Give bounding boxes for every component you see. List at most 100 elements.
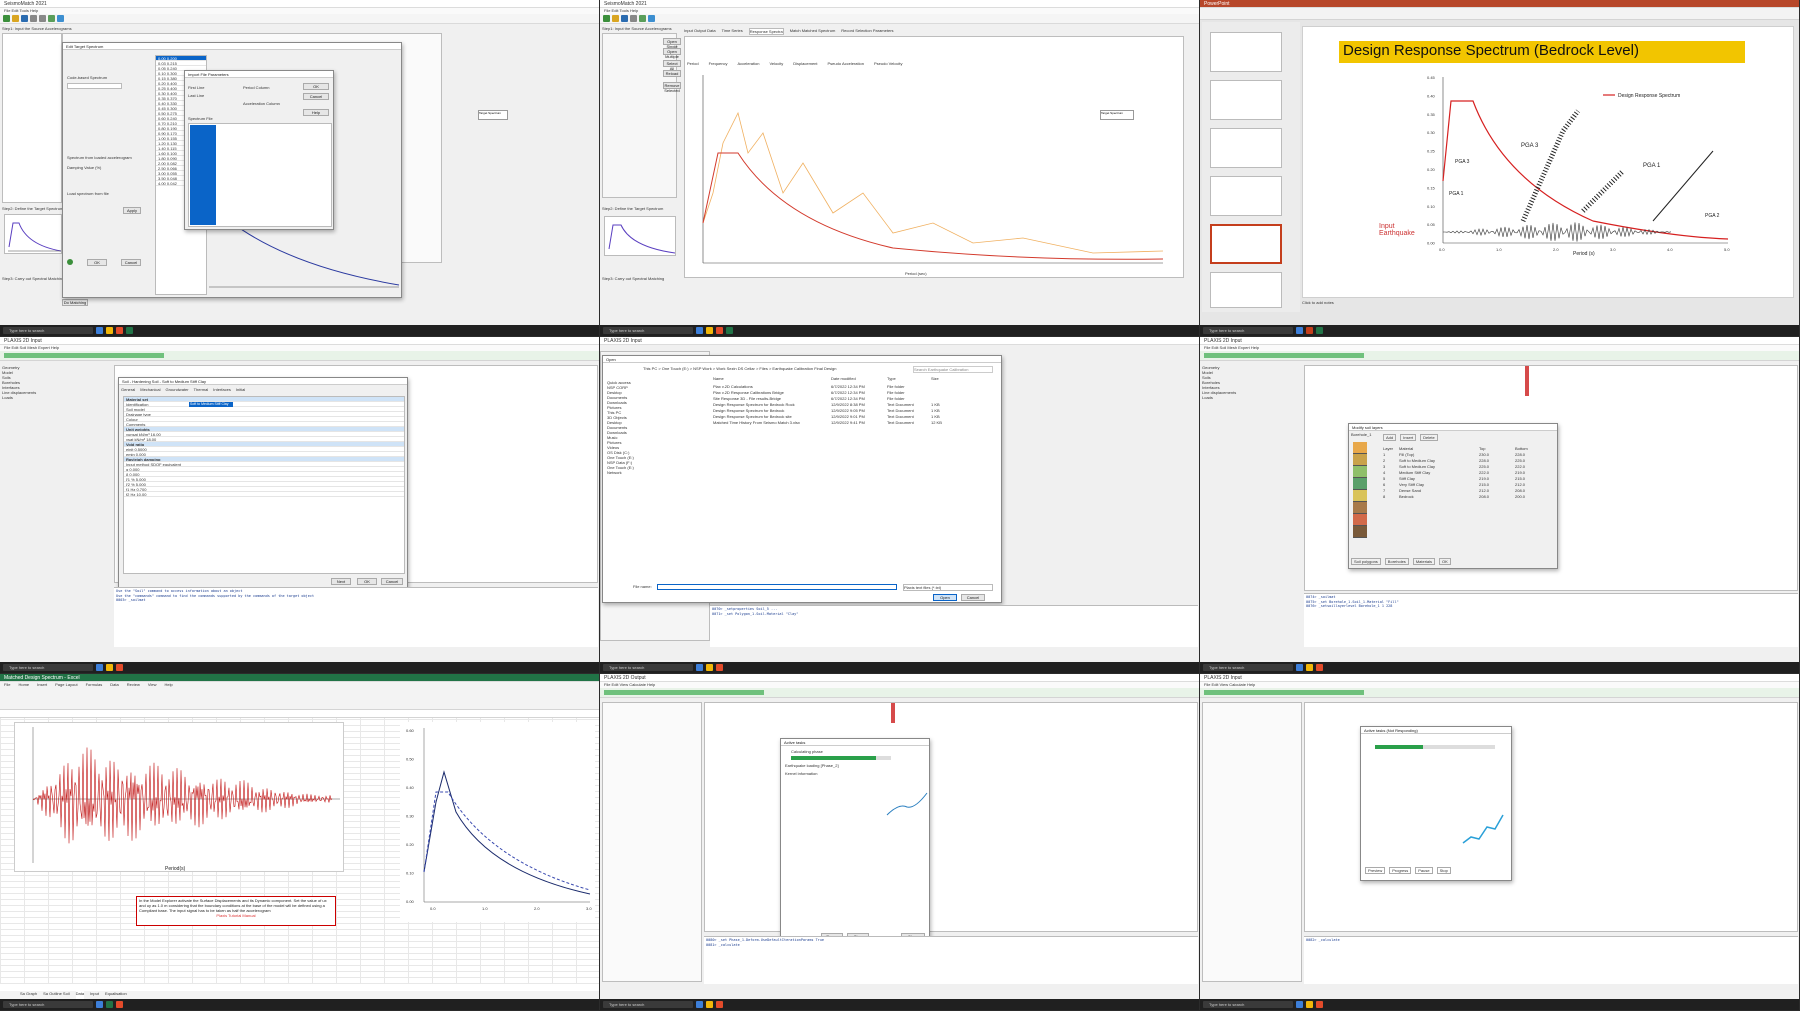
taskbar-app-icon[interactable] bbox=[1296, 1001, 1303, 1008]
import-help-button[interactable]: Help bbox=[303, 109, 329, 116]
tab-thermal[interactable]: Thermal bbox=[194, 387, 209, 392]
radio-velocity[interactable]: Velocity bbox=[769, 61, 783, 66]
sheet-tab[interactable]: Data bbox=[75, 991, 85, 999]
paste-icon[interactable] bbox=[39, 15, 46, 22]
taskbar-app-icon[interactable] bbox=[116, 664, 123, 671]
ok-button[interactable]: OK bbox=[357, 578, 377, 585]
taskbar-app-icon[interactable] bbox=[1296, 327, 1303, 334]
command-line[interactable]: 0080> _set Phase_1.Deform.UseDefaultIter… bbox=[704, 936, 1198, 984]
property-row[interactable]: f2 Hz 10.00 bbox=[124, 492, 404, 497]
taskbar-app-icon[interactable] bbox=[116, 327, 123, 334]
open-multiple-button[interactable]: Open Multiple bbox=[663, 48, 681, 59]
tree-item[interactable]: Loads bbox=[2, 395, 112, 400]
taskbar-app-icon[interactable] bbox=[696, 327, 703, 334]
next-button[interactable]: Next bbox=[331, 578, 351, 585]
boreholes-button[interactable]: Boreholes bbox=[1384, 558, 1409, 565]
slide-thumb-selected[interactable] bbox=[1210, 224, 1282, 264]
run-icon[interactable] bbox=[639, 15, 646, 22]
save-icon[interactable] bbox=[21, 15, 28, 22]
run-icon[interactable] bbox=[48, 15, 55, 22]
mode-tab-strip[interactable] bbox=[604, 690, 764, 695]
search-input[interactable]: Search Earthquake Calibration bbox=[913, 366, 993, 373]
slide-thumb[interactable] bbox=[1210, 32, 1282, 72]
mode-tab-strip[interactable] bbox=[1204, 353, 1364, 358]
soil-polygons-button[interactable]: Soil polygons bbox=[1351, 558, 1381, 565]
taskbar-app-icon[interactable] bbox=[726, 327, 733, 334]
mode-tab-strip[interactable] bbox=[4, 353, 164, 358]
taskbar-search[interactable]: Type here to search bbox=[603, 327, 693, 334]
taskbar-app-icon[interactable] bbox=[706, 664, 713, 671]
file-list[interactable]: Plax v.2D Calculations 6/7/2022 12:34 PM F… bbox=[713, 384, 1001, 426]
add-button[interactable]: Add bbox=[1383, 434, 1397, 441]
taskbar-app-icon[interactable] bbox=[1306, 664, 1313, 671]
mode-tabs[interactable] bbox=[0, 351, 599, 361]
radio-pseudo-velocity[interactable]: Pseudo Velocity bbox=[874, 61, 902, 66]
model-explorer[interactable]: Geometry Model Soils Boreholes Interfaces Lin… bbox=[2, 365, 112, 400]
radio-acceleration[interactable]: Acceleration bbox=[737, 61, 759, 66]
tab-general[interactable]: General bbox=[121, 387, 135, 392]
code-select[interactable] bbox=[67, 83, 122, 89]
sheet-tab[interactable]: Sa Graph bbox=[20, 991, 37, 999]
filetype-select[interactable]: Plaxis text files (*.txt) bbox=[903, 584, 993, 591]
command-line[interactable]: Use the "Soil" command to access informa… bbox=[114, 587, 598, 647]
tab-groundwater[interactable]: Groundwater bbox=[165, 387, 188, 392]
taskbar-app-icon[interactable] bbox=[696, 1001, 703, 1008]
taskbar-app-icon[interactable] bbox=[96, 1001, 103, 1008]
col-date[interactable]: Date modified bbox=[831, 376, 887, 381]
tab-record-selection[interactable]: Record Selection Parameters bbox=[841, 28, 893, 35]
open-icon[interactable] bbox=[612, 15, 619, 22]
model-explorer[interactable]: Geometry Model Soils Boreholes Interfaces Lin… bbox=[1202, 365, 1302, 400]
import-cancel-button[interactable]: Cancel bbox=[303, 93, 329, 100]
ribbon[interactable] bbox=[1200, 8, 1799, 20]
reload-button[interactable]: Reload bbox=[663, 70, 681, 77]
taskbar-app-icon[interactable] bbox=[1306, 1001, 1313, 1008]
delete-button[interactable]: Delete bbox=[1420, 434, 1438, 441]
taskbar-app-icon[interactable] bbox=[1316, 1001, 1323, 1008]
spectrum-file-text[interactable] bbox=[188, 123, 332, 227]
tab-initial[interactable]: Initial bbox=[236, 387, 245, 392]
file-option[interactable]: Load spectrum from file bbox=[67, 191, 109, 196]
pause-button[interactable]: Pause bbox=[1415, 867, 1433, 874]
layer-row[interactable]: 8 Bedrock 208.0 200.0 bbox=[1383, 494, 1553, 500]
mode-tabs[interactable] bbox=[1200, 688, 1799, 698]
col-type[interactable]: Type bbox=[887, 376, 931, 381]
sheet-tab[interactable]: Equalisation bbox=[105, 991, 127, 999]
apply-button[interactable]: Apply bbox=[123, 207, 141, 214]
taskbar-app-icon[interactable] bbox=[106, 664, 113, 671]
slide-thumb[interactable] bbox=[1210, 128, 1282, 168]
taskbar-search[interactable]: Type here to search bbox=[1203, 1001, 1293, 1008]
excel-ribbon[interactable] bbox=[0, 688, 599, 710]
help-icon[interactable] bbox=[67, 259, 73, 265]
sheet-tab[interactable]: Input bbox=[90, 991, 99, 999]
tab-input-output[interactable]: Input Output Data bbox=[684, 28, 716, 35]
radio-frequency[interactable]: Frequency bbox=[709, 61, 728, 66]
new-icon[interactable] bbox=[603, 15, 610, 22]
taskbar-app-icon[interactable] bbox=[1316, 664, 1323, 671]
file-row[interactable]: Matched Time History From Seismo Match 3… bbox=[713, 420, 1001, 426]
drawing-area[interactable] bbox=[704, 702, 1198, 932]
taskbar-app-icon[interactable] bbox=[96, 664, 103, 671]
identification-value[interactable]: Soft to Medium Stiff Clay bbox=[189, 402, 233, 407]
remove-selected-button[interactable]: Remove Selected bbox=[663, 82, 681, 93]
insert-button[interactable]: Insert bbox=[1400, 434, 1417, 441]
tab-response-spectra[interactable]: Response Spectra bbox=[748, 28, 784, 35]
taskbar-search[interactable]: Type here to search bbox=[3, 327, 93, 334]
phases-explorer[interactable] bbox=[602, 702, 702, 982]
taskbar-app-icon[interactable] bbox=[706, 1001, 713, 1008]
copy-icon[interactable] bbox=[30, 15, 37, 22]
taskbar-search[interactable]: Type here to search bbox=[1203, 664, 1293, 671]
taskbar-search[interactable]: Type here to search bbox=[3, 1001, 93, 1008]
open-single-button[interactable]: Open Single bbox=[663, 38, 681, 49]
slide-thumb[interactable] bbox=[1210, 80, 1282, 120]
tree-item[interactable]: Loads bbox=[1202, 395, 1302, 400]
slide-thumb[interactable] bbox=[1210, 176, 1282, 216]
save-icon[interactable] bbox=[621, 15, 628, 22]
radio-pseudo-acceleration[interactable]: Pseudo Acceleration bbox=[828, 61, 864, 66]
taskbar-app-icon[interactable] bbox=[106, 327, 113, 334]
stop-button[interactable]: Stop bbox=[1436, 867, 1451, 874]
taskbar-app-icon[interactable] bbox=[1316, 327, 1323, 334]
sheet-tab[interactable]: Sa Outline Soil bbox=[43, 991, 69, 999]
nav-item[interactable]: Network bbox=[607, 470, 707, 475]
import-ok-button[interactable]: OK bbox=[303, 83, 329, 90]
radio-period[interactable]: Period bbox=[687, 61, 699, 66]
